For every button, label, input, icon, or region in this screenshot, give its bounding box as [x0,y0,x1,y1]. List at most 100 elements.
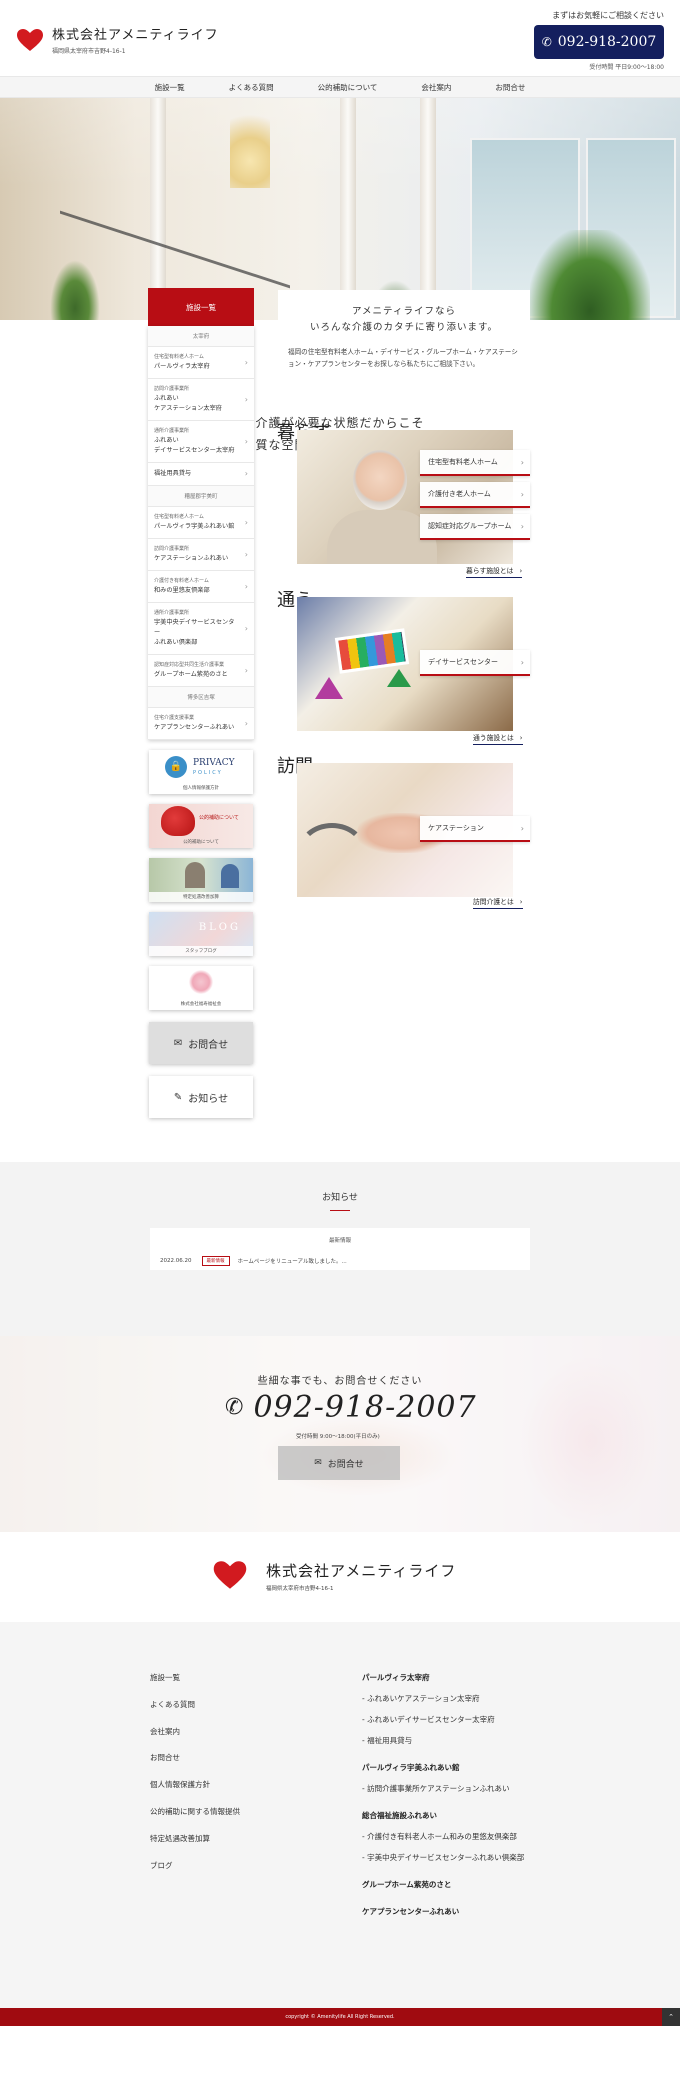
footer-facility-heading[interactable]: ケアプランセンターふれあい [362,1906,524,1917]
sidebar-contact-button[interactable]: ✉ お問合せ [149,1022,253,1064]
chevron-right-icon: › [244,623,248,633]
footer-facility-link[interactable]: - 福祉用具貸与 [362,1735,524,1746]
heart-logo-icon [212,1560,248,1590]
blog-banner[interactable]: BLOG スタッフブログ [149,912,253,956]
footer-link[interactable]: よくある質問 [150,1699,240,1710]
sidebar-item[interactable]: 訪問介護事業所 ケアステーションふれあい › [148,539,254,571]
footer-facility-link[interactable]: - 介護付き有料老人ホーム和みの里悠友倶楽部 [362,1831,524,1842]
footer-link[interactable]: 会社案内 [150,1726,240,1737]
treatment-improvement-banner[interactable]: 特定処遇改善加算 [149,858,253,902]
footer-facilities: パールヴィラ太宰府 - ふれあいケアステーション太宰府 - ふれあいデイサービス… [362,1672,524,1927]
site-header: 株式会社アメニティライフ 福岡県太宰府市吉野4-16-1 まずはお気軽にご相談く… [0,0,680,76]
footer-facility-heading[interactable]: 総合福祉施設ふれあい [362,1810,524,1821]
footer-link[interactable]: 特定処遇改善加算 [150,1833,240,1844]
phone-icon: ✆ [541,35,552,49]
sidebar-news-button[interactable]: ✎ お知らせ [149,1076,253,1118]
footer-link[interactable]: 個人情報保護方針 [150,1779,240,1790]
header-tel-button[interactable]: ✆ 092-918-2007 [534,25,664,59]
sidebar-item[interactable]: 訪問介護事業所 ふれあい ケアステーション太宰府 › [148,379,254,421]
tag-care-station[interactable]: ケアステーション › [420,816,530,842]
flower-icon [189,970,213,994]
nav-company[interactable]: 会社案内 [399,82,473,93]
footer-link[interactable]: 公的補助に関する情報提供 [150,1806,240,1817]
nav-contact[interactable]: お問合せ [473,82,547,93]
intro-heading-2: いろんな介護のカタチに寄り添います。 [309,322,499,333]
footer-link[interactable]: 施設一覧 [150,1672,240,1683]
chevron-right-icon: › [520,823,524,833]
chevron-right-icon: › [519,734,523,742]
chevron-up-icon: ⌃ [668,2013,674,2021]
sidebar-item[interactable]: 通所介護事業所 宇美中央デイサービスセンター ふれあい倶楽部 › [148,603,254,655]
page-top-button[interactable]: ⌃ [662,2008,680,2026]
contact-tel[interactable]: ✆ 092-918-2007 [225,1390,477,1425]
contact-hours: 受付時間 9:00～18:00(平日のみ) [296,1434,380,1440]
chevron-right-icon: › [520,489,524,499]
intro-heading-1: アメニティライフなら [352,306,456,317]
sidebar-title: 施設一覧 [148,288,254,326]
sidebar-category: 糟屋郡宇美町 [148,486,254,507]
news-item[interactable]: 2022.06.20 最新情報 ホームページをリニューアル致しました。... [160,1256,347,1266]
footer-facility-heading[interactable]: グループホーム紫苑のさと [362,1879,524,1890]
copyright-bar: copyright © Amenitylife All Right Reserv… [0,2008,680,2026]
footer-facility-heading[interactable]: パールヴィラ太宰府 [362,1672,524,1683]
nav-facilities[interactable]: 施設一覧 [133,82,207,93]
public-aid-banner[interactable]: 公的補助について 公的補助について [149,804,253,848]
contact-section: 些細な事でも、お問合せください ✆ 092-918-2007 受付時間 9:00… [0,1336,680,1532]
contact-tagline: 些細な事でも、お問合せください [257,1376,423,1387]
news-category: 最新情報 [328,1238,351,1244]
news-box: 最新情報 2022.06.20 最新情報 ホームページをリニューアル致しました。… [150,1228,530,1270]
sidebar-item[interactable]: 認知症対応型共同生活介護事業 グループホーム紫苑のさと › [148,655,254,687]
chevron-right-icon: › [244,436,248,446]
mail-icon: ✉ [314,1458,322,1468]
sidebar-item[interactable]: 通所介護事業所 ふれあい デイサービスセンター太宰府 › [148,421,254,463]
footer-logo[interactable]: 株式会社アメニティライフ 福岡県太宰府市吉野4-16-1 [0,1532,680,1622]
living-more-link[interactable]: 暮らす施設とは › [466,565,523,578]
sidebar-category: 太宰府 [148,326,254,347]
lock-icon: 🔒 [165,756,187,778]
footer-facility-link[interactable]: - ふれあいケアステーション太宰府 [362,1693,524,1704]
tag-residential-home[interactable]: 住宅型有料老人ホーム › [420,450,530,476]
contact-button[interactable]: ✉ お問合せ [278,1446,400,1480]
tag-nursing-home[interactable]: 介護付き老人ホーム › [420,482,530,508]
tag-dementia-group-home[interactable]: 認知症対応グループホーム › [420,514,530,540]
sidebar-item[interactable]: 住宅型有料老人ホーム パールヴィラ太宰府 › [148,347,254,379]
chevron-right-icon: › [244,357,248,367]
footer-nav: 施設一覧 よくある質問 会社案内 お問合せ 個人情報保護方針 公的補助に関する情… [150,1672,240,1886]
chevron-right-icon: › [244,718,248,728]
global-nav: 施設一覧 よくある質問 公的補助について 会社案内 お問合せ [0,76,680,98]
footer-facility-link[interactable]: - 訪問介護事業所ケアステーションふれあい [362,1783,524,1794]
header-hours: 受付時間 平日9:00～18:00 [589,64,664,71]
welfare-banner[interactable]: 株式会社福寿福祉会 [149,966,253,1010]
footer-link[interactable]: お問合せ [150,1752,240,1763]
news-title: お知らせ [0,1190,680,1211]
news-text: ホームページをリニューアル致しました。... [237,1259,347,1265]
phone-icon: ✆ [225,1395,244,1420]
footer-facility-link[interactable]: - ふれあいデイサービスセンター太宰府 [362,1714,524,1725]
nav-faq[interactable]: よくある質問 [207,82,296,93]
intro-text: 福岡の住宅型有料老人ホーム・デイサービス・グループホーム・ケアステーション・ケア… [288,348,518,368]
intro-box: アメニティライフなら いろんな介護のカタチに寄り添います。 福岡の住宅型有料老人… [278,290,530,392]
footer-facility-link[interactable]: - 宇美中央デイサービスセンターふれあい倶楽部 [362,1852,524,1863]
commute-more-link[interactable]: 通う施設とは › [473,732,523,745]
chevron-right-icon: › [244,581,248,591]
footer-link[interactable]: ブログ [150,1860,240,1871]
heart-logo-icon [16,28,44,52]
sidebar-item[interactable]: 住宅介護支援事業 ケアプランセンターふれあい › [148,708,254,740]
chevron-right-icon: › [244,665,248,675]
sidebar-item[interactable]: 介護付き有料老人ホーム 和みの里悠友倶楽部 › [148,571,254,603]
sidebar-item[interactable]: 住宅型有料老人ホーム パールヴィラ宇美ふれあい館 › [148,507,254,539]
chevron-right-icon: › [244,469,248,478]
footer-company-name: 株式会社アメニティライフ [266,1562,457,1580]
privacy-policy-banner[interactable]: 🔒 PRIVACY POLICY 個人情報保護方針 [149,750,253,794]
nav-public-aid[interactable]: 公的補助について [296,82,400,93]
footer-facility-heading[interactable]: パールヴィラ宇美ふれあい館 [362,1762,524,1773]
site-logo[interactable]: 株式会社アメニティライフ 福岡県太宰府市吉野4-16-1 [16,24,219,55]
tag-day-service-center[interactable]: デイサービスセンター › [420,650,530,676]
header-tel-number: 092-918-2007 [557,34,657,50]
sidebar-item[interactable]: 福祉用具貸与 › [148,463,254,486]
chevron-right-icon: › [244,394,248,404]
copyright-text: copyright © Amenitylife All Right Reserv… [285,2014,395,2020]
company-name: 株式会社アメニティライフ [52,28,219,43]
sidebar-list: 太宰府 住宅型有料老人ホーム パールヴィラ太宰府 › 訪問介護事業所 ふれあい … [148,326,254,740]
visit-more-link[interactable]: 訪問介護とは › [473,896,523,909]
